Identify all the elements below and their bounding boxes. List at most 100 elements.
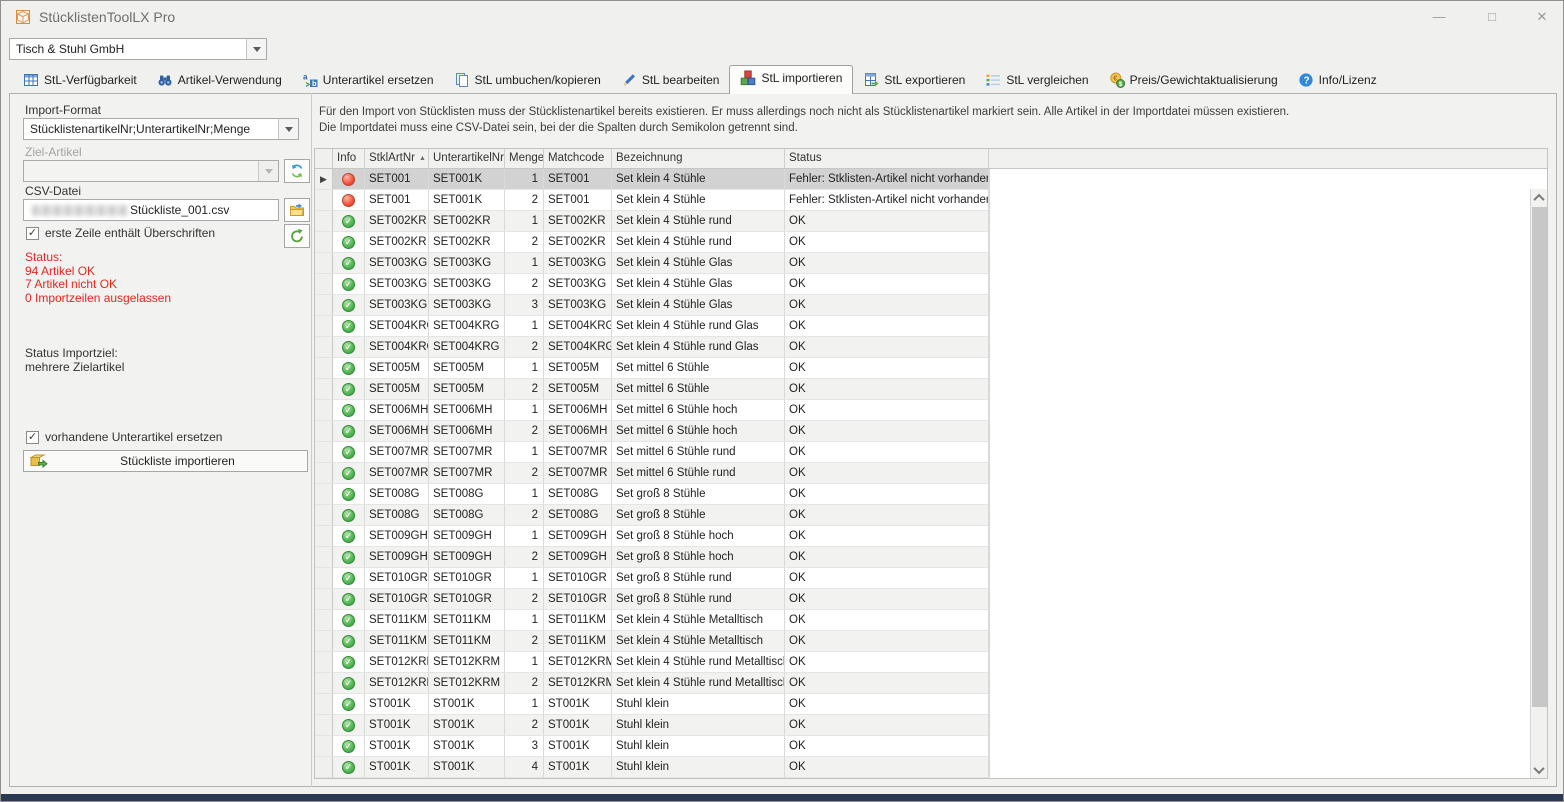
tab-info-lizenz[interactable]: ?Info/Lizenz — [1288, 68, 1387, 93]
grid-vertical-scrollbar[interactable] — [1530, 189, 1547, 778]
import-format-combo[interactable]: StücklistenartikelNr;UnterartikelNr;Meng… — [23, 118, 299, 140]
column-header-status[interactable]: Status — [785, 149, 989, 168]
sidebar-splitter[interactable] — [311, 93, 312, 787]
csv-file-input[interactable]: Stückliste_001.csv — [23, 199, 279, 221]
ok-status-icon — [342, 425, 355, 438]
table-row[interactable]: SET002KRSET002KR1SET002KRSet klein 4 Stü… — [315, 211, 989, 232]
cell-bezeichnung: Set klein 4 Stühle rund Metalltisch — [612, 652, 785, 673]
table-row[interactable]: SET008GSET008G1SET008GSet groß 8 StühleO… — [315, 484, 989, 505]
table-row[interactable]: SET003KGSET003KG3SET003KGSet klein 4 Stü… — [315, 295, 989, 316]
tab-stl-verfügbarkeit[interactable]: StL-Verfügbarkeit — [13, 68, 147, 93]
cell-status: OK — [785, 484, 989, 505]
cell-bezeichnung: Stuhl klein — [612, 715, 785, 736]
table-row[interactable]: SET002KRSET002KR2SET002KRSet klein 4 Stü… — [315, 232, 989, 253]
tab-artikel-verwendung[interactable]: Artikel-Verwendung — [147, 68, 292, 93]
cell-info — [333, 421, 365, 442]
cell-stklartnr: SET003KG — [365, 274, 429, 295]
column-header-unterartikelnr[interactable]: UnterartikelNr — [429, 149, 505, 168]
table-row[interactable]: SET011KMSET011KM2SET011KMSet klein 4 Stü… — [315, 631, 989, 652]
table-row[interactable]: SET005MSET005M1SET005MSet mittel 6 Stühl… — [315, 358, 989, 379]
table-row[interactable]: SET004KRGSET004KRG1SET004KRGSet klein 4 … — [315, 316, 989, 337]
table-row[interactable]: SET010GRSET010GR2SET010GRSet groß 8 Stüh… — [315, 589, 989, 610]
column-header-bezeichnung[interactable]: Bezeichnung — [612, 149, 785, 168]
table-row[interactable]: ST001KST001K2ST001KStuhl kleinOK — [315, 715, 989, 736]
tab-stl-vergleichen[interactable]: StL vergleichen — [975, 68, 1098, 93]
open-file-button[interactable] — [284, 198, 310, 222]
cell-menge: 2 — [505, 547, 544, 568]
row-indicator — [315, 463, 333, 484]
import-preview-grid: InfoStklArtNr▲UnterartikelNrMengeMatchco… — [314, 148, 1548, 779]
cell-stklartnr: SET006MH — [365, 421, 429, 442]
column-header-info[interactable]: Info — [333, 149, 365, 168]
cell-stklartnr: SET010GR — [365, 568, 429, 589]
replace-subarticles-checkbox[interactable]: ✓ vorhandene Unterartikel ersetzen — [26, 430, 222, 444]
ok-status-icon — [342, 698, 355, 711]
cell-menge: 1 — [505, 484, 544, 505]
table-row[interactable]: SET006MHSET006MH2SET006MHSet mittel 6 St… — [315, 421, 989, 442]
table-row[interactable]: SET010GRSET010GR1SET010GRSet groß 8 Stüh… — [315, 568, 989, 589]
refresh-target-button[interactable] — [284, 159, 310, 183]
table-row[interactable]: SET003KGSET003KG1SET003KGSet klein 4 Stü… — [315, 253, 989, 274]
ok-status-icon — [342, 530, 355, 543]
cell-menge: 1 — [505, 610, 544, 631]
table-row[interactable]: ▶SET001SET001K1SET001Set klein 4 StühleF… — [315, 169, 989, 190]
scrollbar-down-icon[interactable] — [1531, 761, 1547, 778]
column-header-matchcode[interactable]: Matchcode — [544, 149, 612, 168]
table-row[interactable]: SET005MSET005M2SET005MSet mittel 6 Stühl… — [315, 379, 989, 400]
tab-stl-exportieren[interactable]: StL exportieren — [853, 68, 975, 93]
table-row[interactable]: SET007MRSET007MR1SET007MRSet mittel 6 St… — [315, 442, 989, 463]
tab-label: Artikel-Verwendung — [178, 73, 282, 87]
cell-status: OK — [785, 316, 989, 337]
table-row[interactable]: ST001KST001K4ST001KStuhl kleinOK — [315, 757, 989, 778]
status-line: 94 Artikel OK — [25, 265, 171, 279]
company-selector[interactable]: Tisch & Stuhl GmbH — [9, 38, 267, 60]
table-row[interactable]: SET001SET001K2SET001Set klein 4 StühleFe… — [315, 190, 989, 211]
column-header-menge[interactable]: Menge — [505, 149, 544, 168]
chevron-down-icon — [258, 161, 278, 181]
table-row[interactable]: ST001KST001K1ST001KStuhl kleinOK — [315, 694, 989, 715]
tab-unterartikel-ersetzen[interactable]: abUnterartikel ersetzen — [292, 68, 444, 93]
ok-status-icon — [342, 761, 355, 774]
cell-stklartnr: SET011KM — [365, 610, 429, 631]
table-row[interactable]: SET011KMSET011KM1SET011KMSet klein 4 Stü… — [315, 610, 989, 631]
cell-unterartikelnr: SET003KG — [429, 253, 505, 274]
cell-bezeichnung: Set groß 8 Stühle hoch — [612, 526, 785, 547]
minimize-icon[interactable]: — — [1424, 7, 1454, 27]
table-row[interactable]: SET004KRGSET004KRG2SET004KRGSet klein 4 … — [315, 337, 989, 358]
row-indicator — [315, 253, 333, 274]
cell-bezeichnung: Stuhl klein — [612, 736, 785, 757]
close-icon[interactable]: ✕ — [1527, 7, 1557, 27]
table-row[interactable]: ST001KST001K3ST001KStuhl kleinOK — [315, 736, 989, 757]
cell-status: OK — [785, 442, 989, 463]
chevron-down-icon[interactable] — [246, 39, 266, 59]
row-indicator — [315, 232, 333, 253]
table-row[interactable]: SET012KRMSET012KRM2SET012KRMSet klein 4 … — [315, 673, 989, 694]
tab-stl-umbuchen-kopieren[interactable]: StL umbuchen/kopieren — [444, 68, 611, 93]
reload-csv-button[interactable] — [284, 224, 310, 248]
cell-stklartnr: SET007MR — [365, 463, 429, 484]
table-row[interactable]: SET006MHSET006MH1SET006MHSet mittel 6 St… — [315, 400, 989, 421]
table-row[interactable]: SET009GHSET009GH1SET009GHSet groß 8 Stüh… — [315, 526, 989, 547]
chevron-down-icon[interactable] — [278, 119, 298, 139]
table-row[interactable]: SET003KGSET003KG2SET003KGSet klein 4 Stü… — [315, 274, 989, 295]
import-bom-button[interactable]: Stückliste importieren — [23, 450, 308, 472]
table-row[interactable]: SET009GHSET009GH2SET009GHSet groß 8 Stüh… — [315, 547, 989, 568]
column-header-stklartnr[interactable]: StklArtNr▲ — [365, 149, 429, 168]
maximize-icon[interactable]: □ — [1477, 7, 1507, 27]
cell-unterartikelnr: SET006MH — [429, 421, 505, 442]
cell-matchcode: SET007MR — [544, 442, 612, 463]
tab-preis-gewichtaktualisierung[interactable]: €$Preis/Gewichtaktualisierung — [1099, 68, 1288, 93]
table-row[interactable]: SET007MRSET007MR2SET007MRSet mittel 6 St… — [315, 463, 989, 484]
row-indicator — [315, 505, 333, 526]
first-row-headers-checkbox[interactable]: ✓ erste Zeile enthält Überschriften — [26, 226, 215, 240]
cell-unterartikelnr: SET008G — [429, 484, 505, 505]
import-bom-button-label: Stückliste importieren — [48, 454, 307, 468]
ok-status-icon — [342, 215, 355, 228]
table-row[interactable]: SET012KRMSET012KRM1SET012KRMSet klein 4 … — [315, 652, 989, 673]
grid-body: ▶SET001SET001K1SET001Set klein 4 StühleF… — [315, 169, 1547, 778]
table-row[interactable]: SET008GSET008G2SET008GSet groß 8 StühleO… — [315, 505, 989, 526]
tab-stl-bearbeiten[interactable]: StL bearbeiten — [611, 68, 730, 93]
tab-stl-importieren[interactable]: StL importieren — [729, 65, 853, 94]
scrollbar-up-icon[interactable] — [1531, 189, 1547, 206]
scrollbar-thumb[interactable] — [1532, 207, 1547, 707]
